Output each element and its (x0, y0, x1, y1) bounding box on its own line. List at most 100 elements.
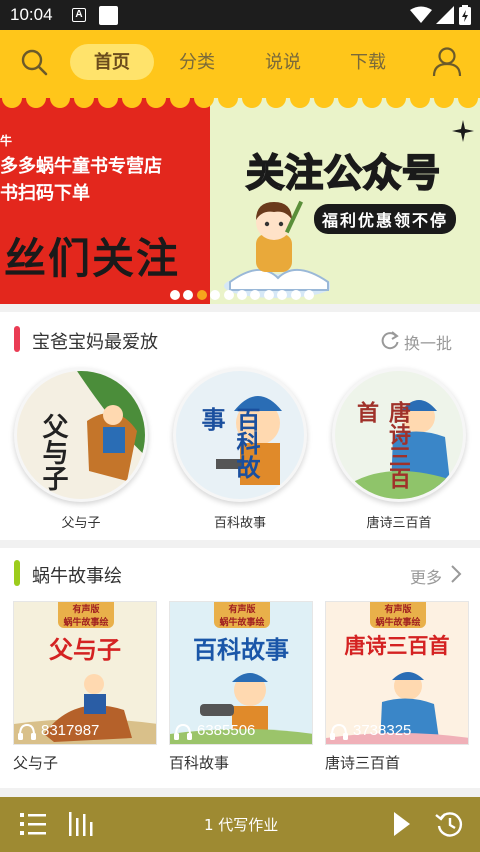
tab-home[interactable]: 首页 (94, 48, 130, 74)
favorite-label-3[interactable]: 唐诗三百首 (332, 512, 466, 531)
badge-top: 有声版 (228, 605, 256, 615)
status-bar: 10:04 A (0, 0, 480, 30)
battery-icon (459, 5, 471, 25)
scallop (242, 92, 262, 108)
scallop (266, 92, 286, 108)
badge-top: 有声版 (72, 605, 100, 615)
badge-sub: 蜗牛故事绘 (219, 618, 265, 628)
cover-title: 百科故事 (193, 636, 289, 664)
status-time: 10:04 (10, 5, 53, 24)
story-label-2[interactable]: 百科故事 (169, 752, 229, 773)
bottom-player: 1 代写作业 (0, 797, 480, 852)
banner-dot[interactable] (237, 290, 247, 300)
banner-left-big: 丝们关注 (4, 234, 181, 283)
headphones-icon (18, 723, 36, 740)
banner-right-panel: 关注公众号 福利优惠领不停 (210, 92, 480, 304)
scallop (122, 92, 142, 108)
banner-left-line2: 书扫码下单 (0, 183, 90, 204)
story-cover-1[interactable]: 有声版 蜗牛故事绘 父与子 8317987 (13, 601, 157, 745)
promo-banner[interactable]: 牛 多多蜗牛童书专营店 书扫码下单 丝们关注 关注公众号 福利优惠领不停 (0, 92, 480, 304)
banner-left-line1: 多多蜗牛童书专营店 (0, 156, 162, 177)
story-label-3[interactable]: 唐诗三百首 (325, 752, 400, 773)
section-title: 蜗牛故事绘 (32, 566, 122, 587)
notification-a-icon: A (72, 8, 86, 22)
banner-dot[interactable] (196, 290, 207, 300)
story-label-1[interactable]: 父与子 (13, 752, 58, 773)
refresh-icon[interactable] (380, 330, 400, 350)
scallop (2, 92, 22, 108)
badge-top: 有声版 (384, 605, 412, 615)
banner-dot[interactable] (223, 290, 234, 300)
refresh-button[interactable]: 换一批 (404, 330, 452, 354)
cover-text: 父与子 (38, 413, 68, 491)
section-marker (14, 560, 20, 586)
girl-reading-illustration (224, 200, 330, 298)
history-icon[interactable] (434, 809, 464, 839)
scallop (314, 92, 334, 108)
play-count: 8317987 (41, 722, 100, 739)
favorite-cover-2[interactable]: 百科故事 (173, 368, 307, 502)
story-cover-2[interactable]: 有声版 蜗牛故事绘 百科故事 6385506 (169, 601, 313, 745)
audio-badge: 有声版 蜗牛故事绘 (58, 602, 114, 628)
play-icon[interactable] (392, 810, 412, 838)
banner-dot[interactable] (263, 290, 274, 300)
scallop (458, 92, 478, 108)
badge-sub: 蜗牛故事绘 (63, 618, 109, 628)
chevron-right-icon[interactable] (449, 564, 463, 584)
play-count: 3738325 (353, 722, 412, 739)
playlist-icon[interactable] (20, 811, 46, 837)
user-profile-icon[interactable] (432, 46, 462, 78)
tab-download[interactable]: 下载 (350, 48, 386, 74)
notification-square-icon (99, 6, 118, 25)
banner-dot[interactable] (170, 290, 180, 300)
scallop (362, 92, 382, 108)
favorite-cover-3[interactable]: 唐诗三百首 (332, 368, 466, 502)
scallop (98, 92, 118, 108)
headphones-icon (330, 723, 348, 740)
scallop (338, 92, 358, 108)
section-snail-stories: 蜗牛故事绘 更多 有声版 蜗牛故事绘 父与子 8317987 父与子 有声版 蜗… (0, 548, 480, 788)
scallop (434, 92, 454, 108)
section-favorites: 宝爸宝妈最爱放 换一批 父与子 父与子 百科故事 百科故事 唐诗三百首 唐诗三百… (0, 312, 480, 540)
banner-scallop-edge (0, 92, 480, 108)
banner-dot[interactable] (304, 290, 314, 300)
search-icon[interactable] (20, 48, 48, 76)
scallop (146, 92, 166, 108)
cover-title: 父与子 (49, 636, 121, 664)
now-playing-title[interactable]: 1 代写作业 (204, 814, 278, 835)
story-cover-3[interactable]: 有声版 蜗牛故事绘 唐诗三百首 3738325 (325, 601, 469, 745)
badge-sub: 蜗牛故事绘 (375, 618, 421, 628)
scallop (74, 92, 94, 108)
banner-headline: 关注公众号 (245, 150, 442, 196)
favorite-label-2[interactable]: 百科故事 (173, 512, 307, 531)
audio-badge: 有声版 蜗牛故事绘 (370, 602, 426, 628)
sparkle-icon (452, 120, 474, 142)
cover-text: 唐诗三百首 (353, 401, 410, 489)
favorite-label-1[interactable]: 父与子 (14, 512, 148, 531)
scallop (26, 92, 46, 108)
scallop (50, 92, 70, 108)
favorite-cover-1[interactable]: 父与子 (14, 368, 148, 502)
banner-subline: 福利优惠领不停 (314, 204, 457, 234)
section-marker (14, 326, 20, 352)
tab-talk[interactable]: 说说 (265, 48, 301, 74)
signal-icon (436, 6, 454, 24)
wifi-icon (410, 6, 432, 23)
banner-left-panel: 牛 多多蜗牛童书专营店 书扫码下单 丝们关注 (0, 92, 210, 304)
scallop (194, 92, 214, 108)
equalizer-icon[interactable] (68, 810, 94, 838)
headphones-icon (174, 723, 192, 740)
scallop (386, 92, 406, 108)
play-count: 6385506 (197, 722, 256, 739)
tab-category[interactable]: 分类 (179, 48, 215, 74)
top-nav: 首页 分类 说说 下载 (0, 30, 480, 92)
cover-text: 百科故事 (197, 407, 260, 479)
scallop (218, 92, 238, 108)
scallop (170, 92, 190, 108)
scallop (410, 92, 430, 108)
cover-title: 唐诗三百首 (344, 634, 450, 658)
more-button[interactable]: 更多 (410, 564, 442, 588)
banner-dot[interactable] (290, 290, 301, 300)
scallop (290, 92, 310, 108)
banner-left-fragment: 牛 (0, 134, 13, 148)
